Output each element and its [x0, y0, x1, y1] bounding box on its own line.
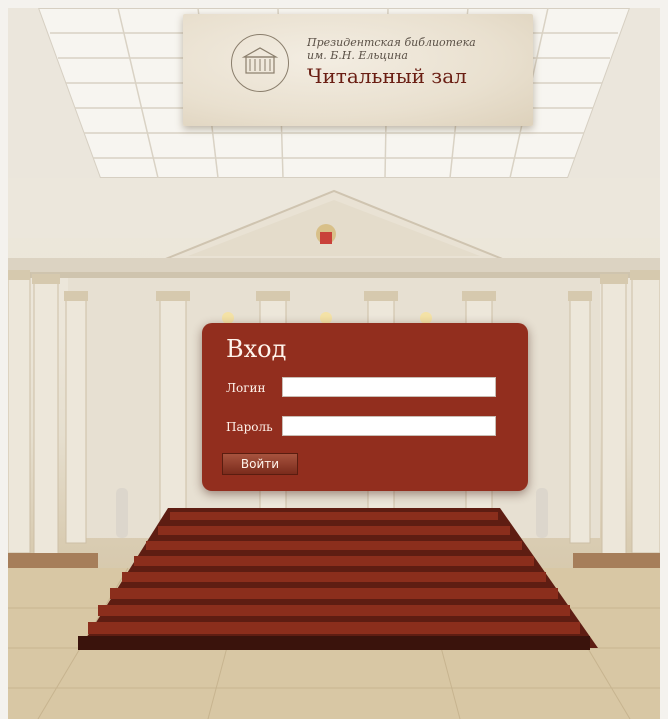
library-sign: Президентская библиотека им. Б.Н. Ельцин…: [183, 14, 533, 126]
library-name-line2: им. Б.Н. Ельцина: [307, 49, 408, 62]
login-input[interactable]: [282, 377, 496, 397]
library-emblem-icon: [231, 34, 289, 92]
login-title: Вход: [226, 335, 287, 363]
login-panel: Вход Логин Пароль Войти: [202, 323, 528, 491]
password-label: Пароль: [226, 420, 273, 434]
login-label: Логин: [226, 381, 266, 395]
hall-title: Читальный зал: [307, 64, 467, 88]
password-input[interactable]: [282, 416, 496, 436]
library-name-line1: Президентская библиотека: [307, 36, 476, 49]
login-button[interactable]: Войти: [222, 453, 298, 475]
